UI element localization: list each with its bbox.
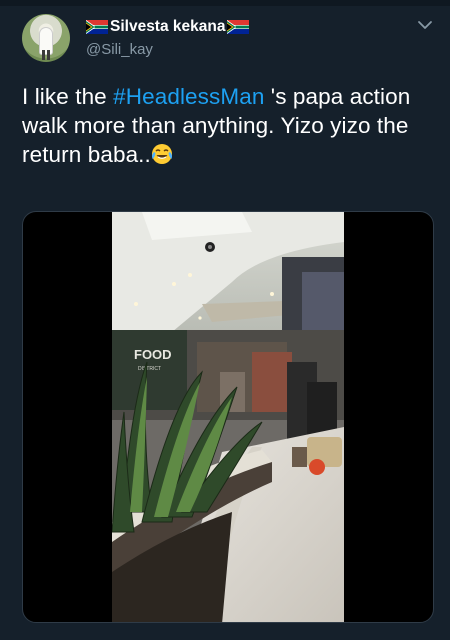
- video-scene: FOOD DISTRICT: [112, 212, 344, 622]
- south-africa-flag-icon: [86, 20, 108, 34]
- video-media[interactable]: FOOD DISTRICT: [22, 211, 434, 623]
- tweet-text-before: I like the: [22, 84, 114, 109]
- avatar[interactable]: [22, 14, 70, 62]
- display-name[interactable]: Silvesta kekana: [110, 18, 225, 36]
- top-divider: [0, 0, 450, 6]
- tweet-text: I like the #HeadlessMan 's papa action w…: [22, 82, 434, 169]
- food-district-subsign: DISTRICT: [138, 366, 161, 372]
- food-district-sign: FOOD: [134, 347, 172, 362]
- chevron-down-icon[interactable]: [416, 16, 434, 34]
- south-africa-flag-icon: [227, 20, 250, 34]
- video-frame[interactable]: FOOD DISTRICT: [112, 212, 344, 622]
- user-name-row[interactable]: Silvesta kekana: [84, 17, 251, 37]
- hashtag-link[interactable]: #HeadlessMan: [113, 84, 264, 109]
- face-with-tears-of-joy-icon: [151, 144, 172, 164]
- user-handle[interactable]: @Sili_kay: [86, 41, 153, 58]
